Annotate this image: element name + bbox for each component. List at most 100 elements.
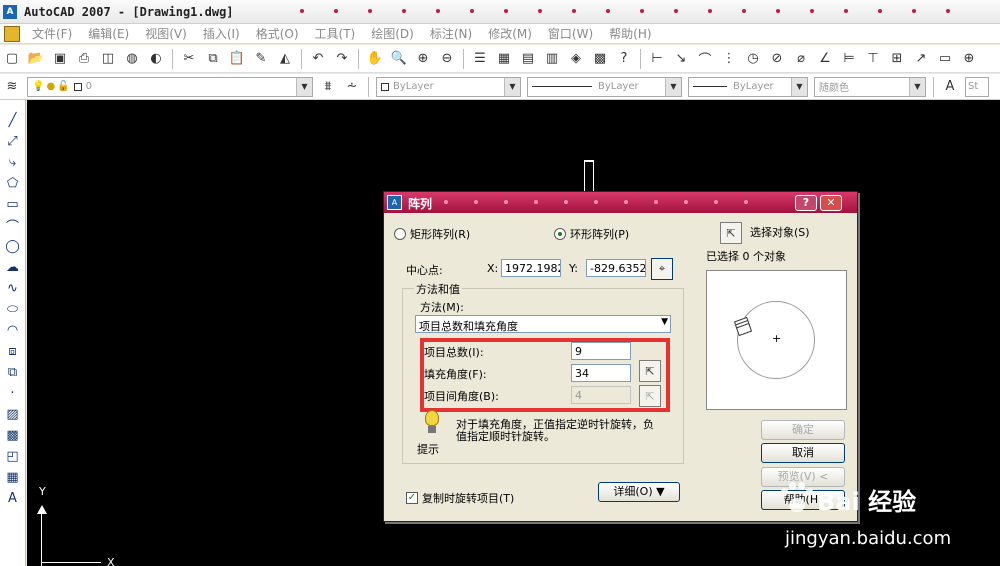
open-folder-icon[interactable]: 📂 [25,48,47,70]
menu-help[interactable]: 帮助(H) [601,25,659,42]
pick-fill-angle-button[interactable]: ⇱ [639,360,661,382]
angle-between-input[interactable]: 4 [571,386,631,404]
zoom-previous-icon[interactable]: ⊖ [436,48,458,70]
radius-icon[interactable]: ◷ [742,48,764,70]
publish-icon[interactable]: ◍ [121,48,143,70]
center-mark-icon[interactable]: ⊕ [958,48,980,70]
polygon-icon[interactable]: ⬠ [3,173,23,194]
angular-icon[interactable]: ∠ [814,48,836,70]
properties-icon[interactable]: ☰ [469,48,491,70]
menu-view[interactable]: 视图(V) [137,25,195,42]
ellipse-arc-icon[interactable]: ◠ [3,320,23,341]
color-dropdown[interactable]: ByLayer ▼ [376,76,521,97]
cancel-button[interactable]: 取消 [761,443,845,463]
diameter-icon[interactable]: ⌀ [790,48,812,70]
tool-palettes-icon[interactable]: ▤ [517,48,539,70]
pick-center-button[interactable]: ⌖ [651,258,673,280]
menu-insert[interactable]: 插入(I) [195,25,248,42]
details-button[interactable]: 详细(O) ▼ [598,482,680,502]
fill-angle-input[interactable]: 34 [571,364,631,382]
print-preview-icon[interactable]: ◫ [97,48,119,70]
make-block-icon[interactable]: ⧉ [3,362,23,383]
document-icon[interactable] [4,25,20,42]
quick-dimension-icon[interactable]: ⊨ [838,48,860,70]
arc-icon[interactable]: ⌒ [3,215,23,236]
layer-dropdown[interactable]: 💡 ● 🔓 0 ▼ [27,76,313,97]
baseline-icon[interactable]: ⊤ [862,48,884,70]
construction-line-icon[interactable]: ⤢ [3,131,23,152]
pan-icon[interactable]: ✋ [364,48,386,70]
print-icon[interactable]: ⎙ [73,48,95,70]
center-y-input[interactable]: -829.6352 [586,259,646,277]
linetype-dropdown[interactable]: ByLayer ▼ [527,76,682,97]
copy-icon[interactable]: ⧉ [202,48,224,70]
pick-angle-between-button[interactable]: ⇱ [639,385,661,407]
tolerance-icon[interactable]: ▭ [934,48,956,70]
menu-tools[interactable]: 工具(T) [307,25,364,42]
ellipse-icon[interactable]: ⬭ [3,299,23,320]
layer-previous-icon[interactable]: ⩪ [341,76,363,98]
block-editor-icon[interactable]: ◭ [274,48,296,70]
redo-icon[interactable]: ↷ [331,48,353,70]
continue-icon[interactable]: ⊞ [886,48,908,70]
select-objects-button[interactable]: ⇱ [720,222,742,244]
lineweight-dropdown[interactable]: ByLayer ▼ [688,76,808,97]
layer-manager-icon[interactable]: ≋ [1,76,23,98]
spline-icon[interactable]: ∿ [3,278,23,299]
rect-array-label: 矩形阵列(R) [410,228,471,241]
design-center-icon[interactable]: ▦ [493,48,515,70]
leader-icon[interactable]: ↗ [910,48,932,70]
text-style-icon[interactable]: A [939,76,961,98]
circle-icon[interactable]: ◯ [3,236,23,257]
menu-window[interactable]: 窗口(W) [540,25,601,42]
jogged-icon[interactable]: ⊘ [766,48,788,70]
sheet-set-icon[interactable]: ▥ [541,48,563,70]
paste-icon[interactable]: 📋 [226,48,248,70]
save-icon[interactable]: ▣ [49,48,71,70]
ok-button[interactable]: 确定 [761,420,845,440]
region-icon[interactable]: ◰ [3,446,23,467]
hatch-icon[interactable]: ▨ [3,404,23,425]
ordinate-icon[interactable]: ⋮ [718,48,740,70]
zoom-window-icon[interactable]: ⊕ [412,48,434,70]
menu-edit[interactable]: 编辑(E) [80,25,137,42]
method-dropdown[interactable]: 项目总数和填充角度 ▼ [415,315,671,333]
menu-draw[interactable]: 绘图(D) [363,25,422,42]
menu-file[interactable]: 文件(F) [24,25,80,42]
new-file-icon[interactable]: ▢ [1,48,23,70]
center-x-input[interactable]: 1972.1982 [501,259,561,277]
rectangle-icon[interactable]: ▭ [3,194,23,215]
multiline-text-icon[interactable]: A [3,488,23,509]
point-icon[interactable]: · [3,383,23,404]
rotate-items-checkbox[interactable]: ✓ 复制时旋转项目(T) [406,490,514,506]
menu-modify[interactable]: 修改(M) [480,25,540,42]
revision-cloud-icon[interactable]: ☁ [3,257,23,278]
text-style-dropdown[interactable]: St [965,76,989,97]
rect-array-radio[interactable]: 矩形阵列(R) [394,226,470,242]
calculator-icon[interactable]: ▩ [589,48,611,70]
aligned-dimension-icon[interactable]: ↘ [670,48,692,70]
make-current-layer-icon[interactable]: ⩩ [317,76,339,98]
gradient-icon[interactable]: ▩ [3,425,23,446]
plotstyle-dropdown[interactable]: 随颜色 ▼ [814,76,926,97]
plot-icon[interactable]: ◐ [145,48,167,70]
line-icon[interactable]: ╱ [3,110,23,131]
polyline-icon[interactable]: ⤷ [3,152,23,173]
markup-icon[interactable]: ◈ [565,48,587,70]
undo-icon[interactable]: ↶ [307,48,329,70]
zoom-realtime-icon[interactable]: 🔍 [388,48,410,70]
help-icon[interactable]: ? [613,48,635,70]
dialog-close-button[interactable]: ✕ [820,195,842,211]
arc-length-icon[interactable]: ⌒ [694,48,716,70]
menu-format[interactable]: 格式(O) [248,25,307,42]
select-objects-label: 选择对象(S) [750,226,810,239]
match-properties-icon[interactable]: ✎ [250,48,272,70]
linear-dimension-icon[interactable]: ⊢ [646,48,668,70]
insert-block-icon[interactable]: ⧈ [3,341,23,362]
polar-array-radio[interactable]: 环形阵列(P) [554,226,629,242]
total-items-input[interactable]: 9 [571,342,631,360]
menu-dimension[interactable]: 标注(N) [422,25,480,42]
dialog-help-button[interactable]: ? [795,195,817,211]
table-icon[interactable]: ▦ [3,467,23,488]
cut-icon[interactable]: ✂ [178,48,200,70]
